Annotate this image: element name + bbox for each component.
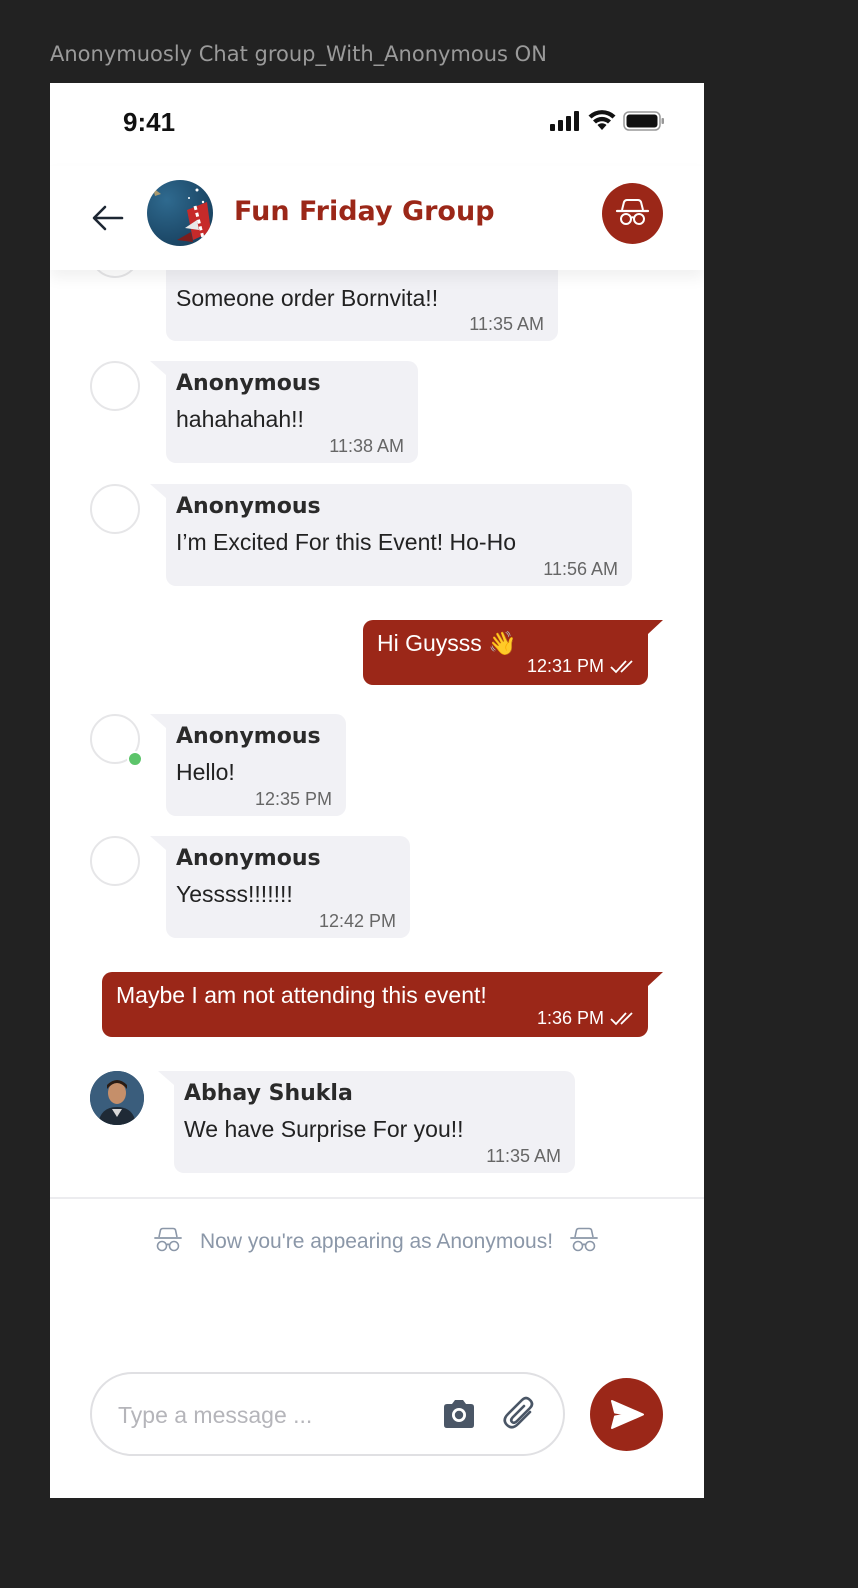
incognito-icon xyxy=(570,1227,598,1252)
anonymous-avatar xyxy=(90,270,140,278)
chat-messages[interactable]: Someone order Bornvita!! 11:35 AM Anonym… xyxy=(50,270,704,1197)
user-avatar[interactable] xyxy=(90,1071,144,1125)
message-bubble[interactable]: Anonymous Hello! 12:35 PM xyxy=(150,714,346,816)
message-bubble[interactable]: Abhay Shukla We have Surprise For you!! … xyxy=(158,1071,575,1173)
message-time: 11:35 AM xyxy=(469,314,544,334)
anonymous-notice-text: Now you're appearing as Anonymous! xyxy=(200,1230,554,1253)
anonymous-notice-bar: Now you're appearing as Anonymous! xyxy=(50,1197,704,1332)
wifi-icon xyxy=(588,109,616,136)
send-icon xyxy=(611,1400,644,1429)
signal-icon xyxy=(550,111,580,136)
paperclip-icon xyxy=(503,1396,534,1429)
message-sender: Abhay Shukla xyxy=(184,1081,353,1106)
outgoing-message-bubble[interactable]: Maybe I am not attending this event! 1:3… xyxy=(102,972,663,1037)
message-text: Someone order Bornvita!! xyxy=(176,285,439,311)
double-check-icon xyxy=(610,660,633,674)
message-sender: Anonymous xyxy=(176,846,321,871)
message-sender: Anonymous xyxy=(176,371,321,396)
message-time: 12:31 PM xyxy=(526,656,604,676)
message-text: Yessss!!!!!!! xyxy=(176,881,293,907)
message-time: 12:42 PM xyxy=(318,911,396,931)
anonymous-toggle-button[interactable] xyxy=(602,183,663,244)
message-time: 1:36 PM xyxy=(536,1008,604,1028)
message-text: I’m Excited For this Event! Ho-Ho xyxy=(176,529,516,555)
back-arrow-icon xyxy=(92,205,124,231)
double-check-icon xyxy=(610,1012,633,1026)
message-bubble[interactable]: Anonymous I’m Excited For this Event! Ho… xyxy=(150,484,632,586)
message-bubble[interactable]: Someone order Bornvita!! 11:35 AM xyxy=(166,270,558,341)
message-sender: Anonymous xyxy=(176,494,321,519)
send-button[interactable] xyxy=(590,1378,663,1451)
group-avatar[interactable] xyxy=(147,180,213,246)
message-input-wrapper[interactable] xyxy=(90,1372,565,1456)
message-composer xyxy=(50,1332,704,1498)
camera-button[interactable] xyxy=(441,1398,477,1430)
anonymous-avatar xyxy=(90,361,140,411)
message-text: Hello! xyxy=(176,759,235,785)
incognito-icon xyxy=(615,199,650,225)
message-bubble[interactable]: Anonymous Yessss!!!!!!! 12:42 PM xyxy=(150,836,410,938)
anonymous-avatar xyxy=(90,484,140,534)
online-status-dot xyxy=(127,751,143,767)
battery-icon xyxy=(623,111,665,136)
camera-icon xyxy=(444,1400,474,1428)
message-time: 11:35 AM xyxy=(486,1146,561,1166)
back-button[interactable] xyxy=(88,200,128,236)
frame-label: Anonymuosly Chat group_With_Anonymous ON xyxy=(50,42,547,66)
message-time: 11:38 AM xyxy=(329,436,404,456)
message-time: 12:35 PM xyxy=(254,789,332,809)
anonymous-avatar xyxy=(90,836,140,886)
message-text: We have Surprise For you!! xyxy=(184,1116,464,1142)
incognito-icon xyxy=(154,1227,182,1252)
message-input[interactable] xyxy=(116,1396,420,1434)
message-text: Hi Guysss 👋 xyxy=(377,630,517,656)
group-title[interactable]: Fun Friday Group xyxy=(234,196,495,227)
message-sender: Anonymous xyxy=(176,724,321,749)
chat-header: Fun Friday Group xyxy=(50,166,704,270)
status-time: 9:41 xyxy=(123,107,176,137)
outgoing-message-bubble[interactable]: Hi Guysss 👋 12:31 PM xyxy=(363,620,663,685)
message-text: hahahahah!! xyxy=(176,406,304,432)
message-time: 11:56 AM xyxy=(543,559,618,579)
message-bubble[interactable]: Anonymous hahahahah!! 11:38 AM xyxy=(150,361,418,463)
attach-button[interactable] xyxy=(500,1394,540,1434)
phone-screen: 9:41 Fun Friday Group Someone order Born… xyxy=(50,83,704,1498)
message-text: Maybe I am not attending this event! xyxy=(116,982,487,1008)
